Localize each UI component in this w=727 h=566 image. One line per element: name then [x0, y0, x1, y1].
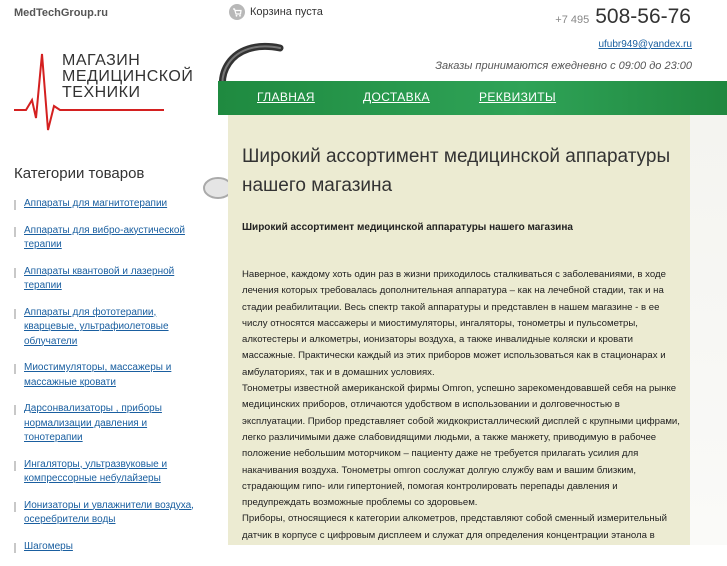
category-link-darsonval[interactable]: Дарсонвализаторы , приборы нормализации … [14, 402, 204, 446]
working-hours: Заказы принимаются ежедневно с 09:00 до … [435, 60, 692, 72]
cart-icon[interactable] [229, 4, 245, 20]
phone-code: +7 495 [555, 14, 590, 26]
nav-item-requisites[interactable]: РЕКВИЗИТЫ [479, 90, 556, 104]
logo-line: МЕДИЦИНСКОЙ [62, 68, 194, 85]
category-link-pedometers[interactable]: Шагомеры [14, 540, 204, 555]
store-logo[interactable]: МАГАЗИН МЕДИЦИНСКОЙ ТЕХНИКИ [14, 48, 193, 132]
category-link-phototherapy[interactable]: Аппараты для фототерапии, кварцевые, уль… [14, 306, 204, 350]
cart-widget[interactable]: Корзина пуста [229, 4, 323, 20]
sidebar-title: Категории товаров [14, 165, 145, 182]
nav-item-home[interactable]: ГЛАВНАЯ [257, 90, 315, 104]
logo-text: МАГАЗИН МЕДИЦИНСКОЙ ТЕХНИКИ [62, 52, 194, 101]
main-navigation: ГЛАВНАЯ ДОСТАВКА РЕКВИЗИТЫ [218, 81, 727, 115]
logo-line: МАГАЗИН [62, 52, 141, 69]
email-link[interactable]: ufubr949@yandex.ru [598, 39, 692, 50]
category-link-myostimulators[interactable]: Миостимуляторы, массажеры и массажные кр… [14, 361, 204, 390]
cart-status: Корзина пуста [250, 6, 323, 18]
category-link-laser[interactable]: Аппараты квантовой и лазерной терапии [14, 265, 204, 294]
article-subtitle: Широкий ассортимент медицинской аппарату… [242, 222, 573, 233]
article-paragraph: Приборы, относящиеся к категории алкомет… [242, 513, 667, 541]
article-paragraph: Тонометры известной американской фирмы O… [242, 383, 680, 509]
phone-block: +7 495 508-56-76 [555, 5, 691, 29]
category-link-magnetotherapy[interactable]: Аппараты для магнитотерапии [14, 197, 204, 212]
site-name[interactable]: MedTechGroup.ru [14, 7, 108, 19]
article-paragraph: Наверное, каждому хоть один раз в жизни … [242, 269, 666, 378]
logo-line: ТЕХНИКИ [62, 84, 141, 101]
page-title: Широкий ассортимент медицинской аппарату… [242, 146, 671, 196]
nav-item-delivery[interactable]: ДОСТАВКА [363, 90, 430, 104]
main-content: Широкий ассортимент медицинской аппарату… [228, 115, 690, 545]
category-list: Аппараты для магнитотерапии Аппараты для… [14, 197, 204, 566]
article-body: Наверное, каждому хоть один раз в жизни … [242, 267, 682, 545]
right-decoration [690, 115, 727, 545]
category-link-inhalers[interactable]: Ингаляторы, ультразвуковые и компрессорн… [14, 458, 204, 487]
category-link-ionizers[interactable]: Ионизаторы и увлажнители воздуха, осереб… [14, 499, 204, 528]
phone-number: 508-56-76 [595, 5, 691, 28]
category-link-vibroacoustic[interactable]: Аппараты для вибро-акустической терапии [14, 224, 204, 253]
